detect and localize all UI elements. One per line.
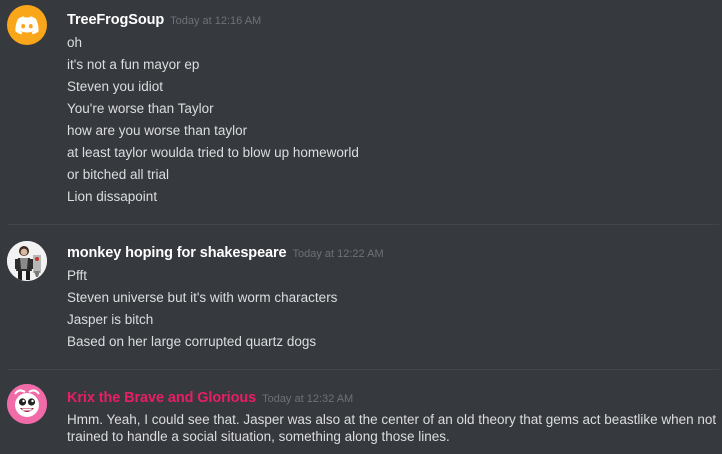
message-header: monkey hoping for shakespeare Today at 12… — [67, 244, 384, 262]
user-avatar[interactable] — [7, 241, 47, 281]
message-line: Jasper is bitch — [67, 312, 154, 327]
message-line: Hmm. Yeah, I could see that. Jasper was … — [67, 412, 717, 444]
chat-messages: TreeFrogSoup Today at 12:16 AM oh it's no… — [0, 0, 722, 454]
message-header: TreeFrogSoup Today at 12:16 AM — [67, 11, 261, 29]
message-line: it's not a fun mayor ep — [67, 57, 200, 72]
message-line: or bitched all trial — [67, 167, 170, 182]
message-group: TreeFrogSoup Today at 12:16 AM oh it's no… — [0, 0, 722, 224]
timestamp[interactable]: Today at 12:22 AM — [293, 248, 384, 260]
message-line: at least taylor woulda tried to blow up … — [67, 145, 359, 160]
timestamp[interactable]: Today at 12:16 AM — [170, 15, 261, 27]
discord-logo-icon — [15, 16, 39, 35]
message-line: You're worse than Taylor — [67, 101, 214, 116]
message-line: how are you worse than taylor — [67, 123, 248, 138]
username[interactable]: monkey hoping for shakespeare — [67, 245, 287, 261]
username[interactable]: Krix the Brave and Glorious — [67, 390, 256, 406]
user-avatar[interactable] — [7, 384, 47, 424]
message-group: Krix the Brave and Glorious Today at 12:3… — [0, 370, 722, 454]
message-content: Pfft Steven universe but it's with worm … — [67, 265, 717, 353]
message-line: oh — [67, 35, 83, 50]
message-line: Pfft — [67, 268, 88, 283]
username[interactable]: TreeFrogSoup — [67, 12, 164, 28]
message-line: Lion dissapoint — [67, 189, 158, 204]
message-line: Steven you idiot — [67, 79, 164, 94]
pink-face-icon — [7, 384, 47, 424]
character-portrait-icon — [7, 241, 47, 281]
message-group: monkey hoping for shakespeare Today at 12… — [0, 225, 722, 369]
timestamp[interactable]: Today at 12:32 AM — [262, 393, 353, 405]
message-line: Steven universe but it's with worm chara… — [67, 290, 338, 305]
message-header: Krix the Brave and Glorious Today at 12:3… — [67, 389, 353, 407]
message-line: Based on her large corrupted quartz dogs — [67, 334, 317, 349]
message-content: Hmm. Yeah, I could see that. Jasper was … — [67, 411, 717, 445]
user-avatar[interactable] — [7, 5, 47, 45]
message-content: oh it's not a fun mayor ep Steven you id… — [67, 32, 717, 208]
